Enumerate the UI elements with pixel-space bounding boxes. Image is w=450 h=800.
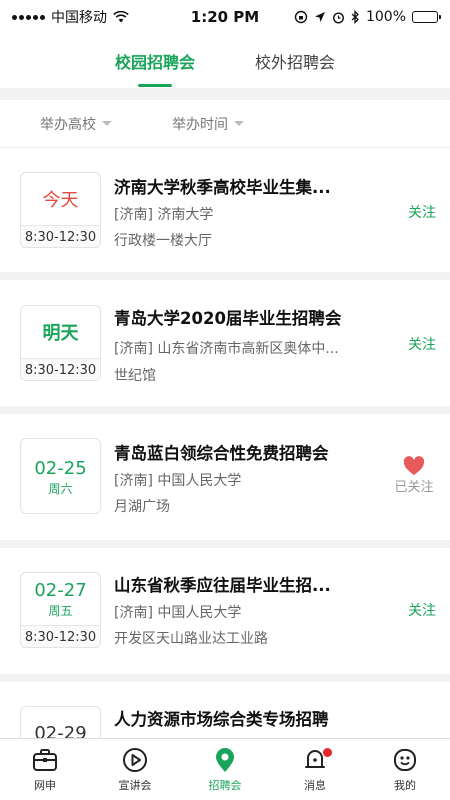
top-tabs: 校园招聘会 校外招聘会 (0, 34, 450, 88)
unread-badge (323, 748, 332, 757)
event-venue: 世纪馆 (114, 368, 156, 384)
date-box: 02-25 周六 (20, 438, 101, 514)
event-location: [济南] 中国人民大学 (114, 605, 242, 621)
event-weekday: 周六 (48, 481, 73, 496)
date-box: 明天 8:30-12:30 (20, 305, 101, 381)
event-location: [济南] 中国人民大学 (114, 473, 242, 489)
nav-presentations[interactable]: 宣讲会 (90, 739, 180, 800)
event-title: 济南大学秋季高校毕业生集... (114, 178, 331, 197)
event-title: 青岛蓝白领综合性免费招聘会 (114, 444, 329, 463)
event-time: 8:30-12:30 (21, 225, 100, 247)
event-location: [济南] 山东省济南市高新区奥体中... (114, 341, 339, 357)
tab-campus-fair[interactable]: 校园招聘会 (115, 41, 195, 81)
event-card[interactable]: 02-27 周五 8:30-12:30 山东省秋季应往届毕业生招... [济南]… (0, 548, 450, 674)
nav-online-apply[interactable]: 网申 (0, 739, 90, 800)
battery-icon (412, 11, 441, 23)
follow-button[interactable]: 关注 (408, 202, 436, 222)
event-day: 02-29 (34, 722, 87, 739)
filter-label: 举办高校 (40, 116, 96, 133)
wifi-icon (113, 11, 129, 23)
event-time: 8:30-12:30 (21, 358, 100, 380)
location-arrow-icon (314, 12, 325, 22)
event-card[interactable]: 02-25 周六 青岛蓝白领综合性免费招聘会 [济南] 中国人民大学 月湖广场 … (0, 414, 450, 540)
event-time: 8:30-12:30 (21, 625, 100, 647)
caret-down-icon (102, 121, 112, 126)
filter-host-school[interactable]: 举办高校 (40, 114, 112, 134)
bluetooth-icon (351, 10, 359, 24)
nav-job-fairs[interactable]: 招聘会 (180, 739, 270, 800)
location-pin-icon (216, 748, 234, 772)
event-venue: 月湖广场 (114, 499, 170, 515)
event-day: 明天 (42, 323, 79, 344)
followed-button[interactable]: 已关注 (392, 456, 436, 495)
bottom-nav: 网申 宣讲会 招聘会 消息 我的 (0, 738, 450, 800)
date-box: 今天 8:30-12:30 (20, 172, 101, 248)
event-title: 青岛大学2020届毕业生招聘会 (114, 309, 342, 328)
date-box: 02-27 周五 8:30-12:30 (20, 572, 101, 648)
filter-host-time[interactable]: 举办时间 (172, 114, 244, 134)
filter-bar: 举办高校 举办时间 (0, 100, 450, 148)
tab-offcampus-fair[interactable]: 校外招聘会 (255, 41, 335, 81)
event-day: 02-27 (34, 579, 87, 601)
filter-label: 举办时间 (172, 116, 228, 133)
event-title: 人力资源市场综合类专场招聘 (114, 710, 329, 729)
battery-percent: 100% (365, 9, 406, 25)
event-card[interactable]: 今天 8:30-12:30 济南大学秋季高校毕业生集... [济南] 济南大学 … (0, 148, 450, 272)
event-venue: 开发区天山路业达工业路 (114, 631, 268, 647)
event-day: 今天 (42, 190, 79, 211)
event-card[interactable]: 02-29 人力资源市场综合类专场招聘 (0, 682, 450, 738)
event-title: 山东省秋季应往届毕业生招... (114, 576, 331, 595)
event-location: [济南] 济南大学 (114, 207, 214, 223)
alarm-icon (332, 11, 344, 24)
face-icon (394, 749, 416, 771)
heart-icon (403, 456, 425, 476)
follow-button[interactable]: 关注 (408, 600, 436, 620)
briefcase-icon (33, 749, 57, 771)
nav-label: 我的 (394, 779, 416, 792)
nav-label: 宣讲会 (118, 779, 152, 792)
nav-label: 招聘会 (208, 779, 242, 792)
nav-messages[interactable]: 消息 (270, 739, 360, 800)
carrier-name: 中国移动 (51, 10, 107, 26)
rotation-lock-icon (294, 10, 308, 24)
status-bar: 中国移动 1:20 PM 100% (0, 0, 450, 34)
follow-button[interactable]: 关注 (408, 334, 436, 354)
event-venue: 行政楼一楼大厅 (114, 233, 212, 249)
event-day: 02-25 (34, 457, 87, 479)
caret-down-icon (234, 121, 244, 126)
date-box: 02-29 (20, 706, 101, 738)
followed-label: 已关注 (394, 480, 434, 495)
play-circle-icon (123, 748, 147, 772)
nav-profile[interactable]: 我的 (360, 739, 450, 800)
nav-label: 消息 (304, 779, 326, 792)
signal-icon (12, 14, 45, 20)
event-list: 今天 8:30-12:30 济南大学秋季高校毕业生集... [济南] 济南大学 … (0, 148, 450, 738)
nav-label: 网申 (34, 779, 56, 792)
event-weekday: 周五 (48, 603, 73, 618)
event-card[interactable]: 明天 8:30-12:30 青岛大学2020届毕业生招聘会 [济南] 山东省济南… (0, 280, 450, 406)
